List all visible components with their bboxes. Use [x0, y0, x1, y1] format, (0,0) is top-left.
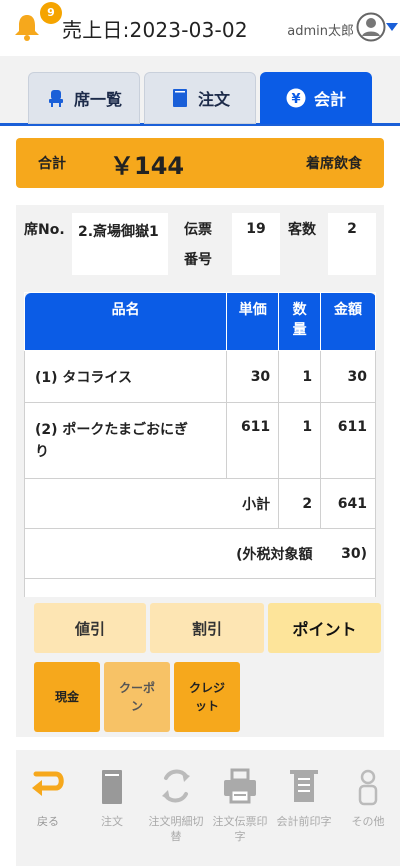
receipt-icon [290, 770, 318, 802]
book-icon [172, 89, 187, 107]
guests-value: 2 [328, 213, 376, 275]
avatar-icon[interactable] [356, 12, 386, 42]
app-header: 9 売上日:2023-03-02 admin太郎 [0, 0, 400, 56]
back-label: 戻る [37, 815, 59, 828]
back-button[interactable]: 戻る [16, 766, 80, 829]
slip-info: 席No. 2.斎場御嶽1 伝票 番号 19 客数 2 [16, 205, 384, 285]
empty-row [24, 578, 376, 597]
credit-label-2: ット [194, 699, 219, 713]
coupon-label-2: ン [130, 699, 143, 713]
slip-number-label-1: 伝票 [184, 222, 212, 238]
order-table: 品名 単価 数量 金額 (1) タコライス 30 1 30 (2) ポークたまご… [23, 292, 376, 597]
taxable-label: (外税対象額 [23, 528, 321, 579]
other-label: その他 [351, 815, 385, 828]
print-order-slip-label: 注文伝票印字 [208, 814, 272, 844]
slip-number-value: 19 [232, 213, 280, 275]
tab-checkout-label: 会計 [313, 90, 346, 109]
dining-type: 着席飲食 [306, 156, 362, 172]
order-table-area[interactable]: 品名 単価 数量 金額 (1) タコライス 30 1 30 (2) ポークたまご… [16, 285, 384, 597]
item-name-line-2: り [35, 443, 49, 460]
bottom-toolbar: 戻る 注文 注文明細切替 注文伝票印字 会計前印字 その他 [16, 750, 400, 866]
sales-date: 売上日:2023-03-02 [62, 18, 248, 42]
tab-seat-list-label: 席一覧 [73, 90, 122, 109]
coupon-label: クーポン [119, 679, 155, 715]
table-row[interactable]: (2) ポークたまごおにぎり 611 1 611 [23, 402, 376, 479]
payment-actions: 値引 割引 ポイント 現金 クーポン クレジット [16, 597, 384, 737]
tab-order-label: 注文 [197, 90, 230, 109]
item-amount: 30 [320, 350, 376, 403]
printer-icon [224, 768, 256, 804]
item-price: 30 [226, 350, 280, 403]
yen-icon: ¥ [286, 88, 306, 108]
item-name-line-1: (2) ポークたまごおにぎ [35, 421, 188, 438]
print-order-slip-label-1: 注文伝票印 [212, 815, 268, 828]
table-row [24, 578, 376, 597]
toggle-order-detail-label: 注文明細切替 [144, 814, 208, 844]
total-bar: 合計 ￥144 着席飲食 [16, 138, 384, 188]
tab-checkout[interactable]: ¥ 会計 [260, 72, 372, 124]
credit-button[interactable]: クレジ ット [174, 662, 240, 732]
table-row[interactable]: (1) タコライス 30 1 30 [23, 350, 376, 403]
refresh-icon [162, 769, 190, 803]
header-quantity: 数量 [278, 292, 322, 351]
subtotal-row: 小計 2 641 [23, 478, 376, 529]
header-amount: 金額 [320, 292, 376, 351]
header-unit-price: 単価 [226, 292, 280, 351]
seat-value: 2.斎場御嶽1 [72, 213, 168, 275]
other-button[interactable]: その他 [336, 766, 400, 829]
item-qty: 1 [278, 402, 322, 479]
guests-label: 客数 [288, 222, 316, 238]
order-label: 注文 [101, 815, 123, 828]
discount-amount-button[interactable]: 値引 [34, 603, 146, 653]
discount-rate-button[interactable]: 割引 [150, 603, 264, 653]
notification-badge: 9 [40, 2, 62, 24]
return-arrow-icon [32, 771, 64, 796]
chevron-down-icon[interactable] [386, 23, 398, 31]
item-name: (2) ポークたまごおにぎり [23, 402, 228, 479]
table-header-row: 品名 単価 数量 金額 [23, 292, 376, 351]
taxable-amount: 30) [320, 528, 376, 579]
item-price: 611 [226, 402, 280, 479]
print-order-slip-button[interactable]: 注文伝票印字 [208, 766, 272, 844]
item-qty: 1 [278, 350, 322, 403]
credit-label: クレジ ット [189, 679, 225, 715]
seat-label: 席No. [24, 222, 65, 238]
total-label: 合計 [38, 156, 66, 172]
tab-order[interactable]: 注文 [144, 72, 256, 124]
header-quantity-1: 数 [292, 302, 307, 318]
credit-label-1: クレジ [188, 681, 225, 695]
point-button[interactable]: ポイント [268, 603, 381, 653]
header-quantity-2: 量 [292, 322, 307, 338]
taxable-row: (外税対象額 30) [23, 528, 376, 579]
header-item-name: 品名 [23, 292, 228, 351]
item-amount: 611 [320, 402, 376, 479]
total-amount: ￥144 [110, 152, 185, 180]
print-order-slip-label-2: 字 [234, 830, 246, 843]
user-name[interactable]: admin太郎 [287, 20, 354, 39]
tab-bar: 席一覧 注文 ¥ 会計 [0, 56, 400, 126]
coupon-label-1: クーポ [118, 681, 155, 695]
order-button[interactable]: 注文 [80, 766, 144, 829]
coupon-button[interactable]: クーポン [104, 662, 170, 732]
toggle-order-detail-button[interactable]: 注文明細切替 [144, 766, 208, 844]
toggle-order-detail-label-2: 替 [170, 830, 182, 843]
bell-icon[interactable] [12, 12, 42, 42]
subtotal-qty: 2 [278, 478, 322, 529]
svg-text:¥: ¥ [291, 92, 300, 107]
item-name: (1) タコライス [23, 350, 228, 403]
cash-button[interactable]: 現金 [34, 662, 100, 732]
tab-seat-list[interactable]: 席一覧 [28, 72, 140, 124]
pre-bill-print-label: 会計前印字 [276, 815, 332, 828]
slip-number-label-2: 番号 [184, 252, 212, 268]
subtotal-label: 小計 [23, 478, 280, 529]
subtotal-amount: 641 [320, 478, 376, 529]
pre-bill-print-button[interactable]: 会計前印字 [272, 766, 336, 829]
person-icon [358, 769, 378, 806]
book-icon [102, 770, 122, 804]
seat-icon [48, 90, 63, 107]
toggle-order-detail-label-1: 注文明細切 [148, 815, 204, 828]
